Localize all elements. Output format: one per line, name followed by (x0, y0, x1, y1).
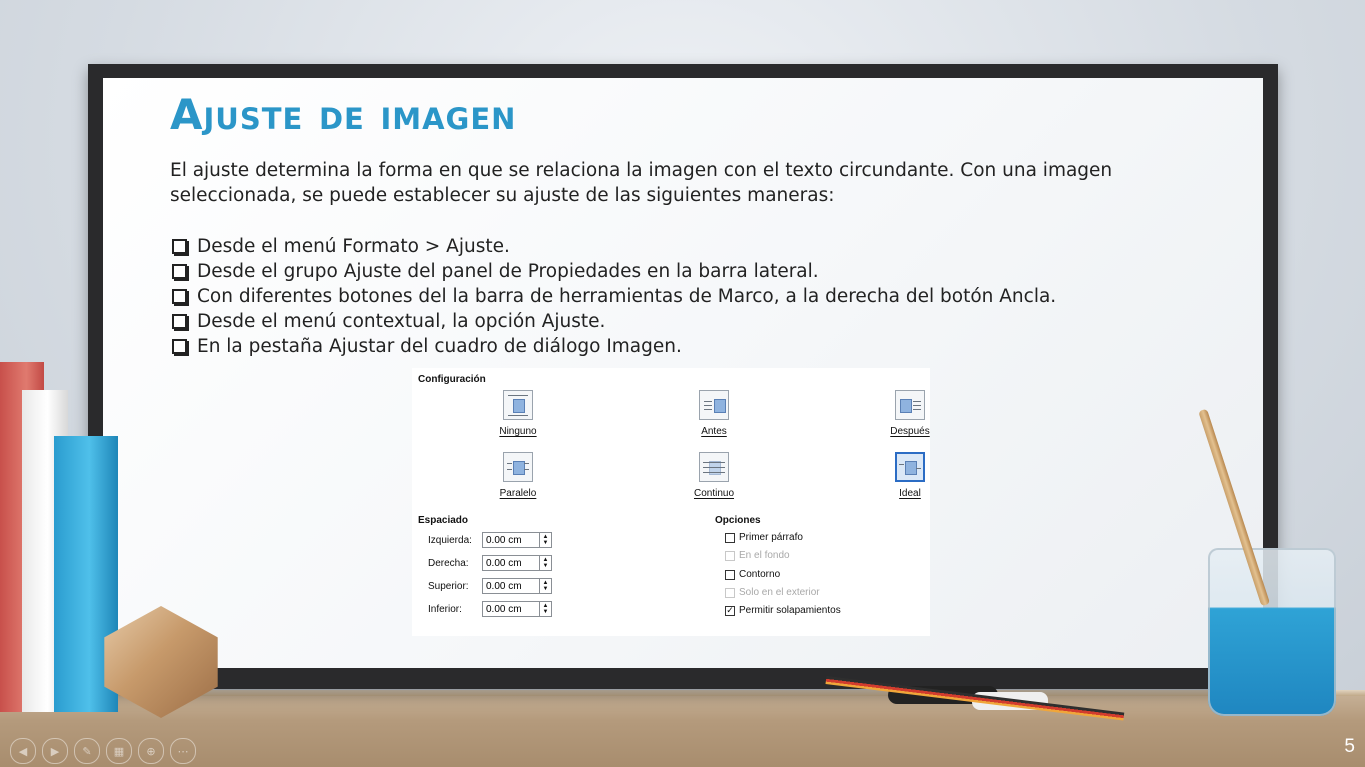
zoom-icon[interactable]: ⊕ (138, 738, 164, 764)
slides-icon[interactable]: ▦ (106, 738, 132, 764)
option-in-background: En el fondo (725, 550, 790, 561)
spacing-row-top: Superior: ▲▼ (428, 578, 552, 594)
options-heading: Opciones (715, 515, 761, 526)
spinner-arrows-icon[interactable]: ▲ ▼ (540, 601, 552, 617)
next-icon[interactable]: ▶ (42, 738, 68, 764)
wrap-option-label: Antes (701, 426, 727, 437)
wrap-option-ideal[interactable]: Ideal (880, 452, 940, 499)
wrap-before-icon (699, 390, 729, 420)
checkbox[interactable] (725, 569, 735, 580)
wrap-after-icon (895, 390, 925, 420)
wrap-option-label: Continuo (693, 488, 735, 499)
spinner-arrows-icon[interactable]: ▲ ▼ (540, 555, 552, 571)
checkbox-bullet-icon (172, 289, 187, 304)
spacing-top-field[interactable] (482, 578, 540, 594)
option-label: Solo en el exterior (739, 587, 820, 598)
checkbox-bullet-icon (172, 339, 187, 354)
wrap-through-icon (699, 452, 729, 482)
config-heading: Configuración (418, 374, 486, 385)
checkbox-checked-icon[interactable]: ✓ (725, 605, 735, 616)
option-first-paragraph[interactable]: Primer párrafo (725, 532, 803, 543)
desk (0, 690, 1365, 767)
spacing-label: Izquierda: (428, 534, 472, 546)
option-label: Primer párrafo (739, 532, 803, 543)
checkbox (725, 550, 735, 561)
bullet-text: Desde el menú contextual, la opción Ajus… (197, 311, 606, 332)
spacing-label: Derecha: (428, 557, 469, 569)
option-outside-only: Solo en el exterior (725, 587, 820, 598)
wrap-dialog-screenshot: Configuración Ninguno Antes Después Para… (412, 368, 930, 636)
pen-icon[interactable]: ✎ (74, 738, 100, 764)
spacing-label: Inferior: (428, 603, 462, 615)
list-item: En la pestaña Ajustar del cuadro de diál… (172, 334, 1056, 359)
spacing-left-field[interactable] (482, 532, 540, 548)
list-item: Con diferentes botones del la barra de h… (172, 284, 1056, 309)
option-allow-overlap[interactable]: ✓ Permitir solapamientos (725, 605, 841, 616)
list-item: Desde el menú contextual, la opción Ajus… (172, 309, 1056, 334)
wrap-option-label: Ideal (899, 488, 921, 499)
wrap-none-icon (503, 390, 533, 420)
option-label: Contorno (739, 569, 781, 580)
wrap-option-continuo[interactable]: Continuo (684, 452, 744, 499)
bullet-text: Desde el grupo Ajuste del panel de Propi… (197, 261, 819, 282)
option-contour[interactable]: Contorno (725, 569, 780, 580)
checkbox[interactable] (725, 532, 735, 543)
wrap-option-label: Después (890, 426, 930, 437)
spacing-row-left: Izquierda: ▲▼ (428, 532, 552, 548)
water-jar (1208, 548, 1336, 716)
slide-title: Ajuste de imagen (170, 90, 517, 139)
list-item: Desde el menú Formato > Ajuste. (172, 234, 1056, 259)
bullet-text: En la pestaña Ajustar del cuadro de diál… (197, 336, 682, 357)
spacing-right-field[interactable] (482, 555, 540, 571)
spinner-arrows-icon[interactable]: ▲ ▼ (540, 532, 552, 548)
wrap-option-label: Ninguno (499, 426, 537, 437)
prev-icon[interactable]: ◀ (10, 738, 36, 764)
checkbox-bullet-icon (172, 264, 187, 279)
wrap-parallel-icon (503, 452, 533, 482)
wrap-option-antes[interactable]: Antes (684, 390, 744, 437)
option-label: Permitir solapamientos (739, 605, 841, 616)
wrap-option-label: Paralelo (499, 488, 537, 499)
wrap-option-ninguno[interactable]: Ninguno (488, 390, 548, 437)
bullet-text: Con diferentes botones del la barra de h… (197, 286, 1057, 307)
wrap-option-despues[interactable]: Después (880, 390, 940, 437)
spacing-heading: Espaciado (418, 515, 469, 526)
presentation-toolbar: ◀ ▶ ✎ ▦ ⊕ ⋯ (10, 738, 196, 764)
checkbox-bullet-icon (172, 314, 187, 329)
spacing-row-bottom: Inferior: ▲▼ (428, 601, 552, 617)
page-number: 5 (1344, 736, 1355, 757)
checkbox (725, 587, 735, 598)
spacing-bottom-field[interactable] (482, 601, 540, 617)
spinner-arrows-icon[interactable]: ▲ ▼ (540, 578, 552, 594)
option-label: En el fondo (739, 550, 790, 561)
spacing-label: Superior: (428, 580, 469, 592)
list-item: Desde el grupo Ajuste del panel de Propi… (172, 259, 1056, 284)
checkbox-bullet-icon (172, 239, 187, 254)
bullet-list: Desde el menú Formato > Ajuste. Desde el… (172, 234, 1056, 359)
wrap-option-paralelo[interactable]: Paralelo (488, 452, 548, 499)
wrap-optimal-icon (895, 452, 925, 482)
intro-text: El ajuste determina la forma en que se r… (170, 160, 1113, 206)
spacing-row-right: Derecha: ▲▼ (428, 555, 552, 571)
bullet-text: Desde el menú Formato > Ajuste. (197, 236, 510, 257)
more-icon[interactable]: ⋯ (170, 738, 196, 764)
